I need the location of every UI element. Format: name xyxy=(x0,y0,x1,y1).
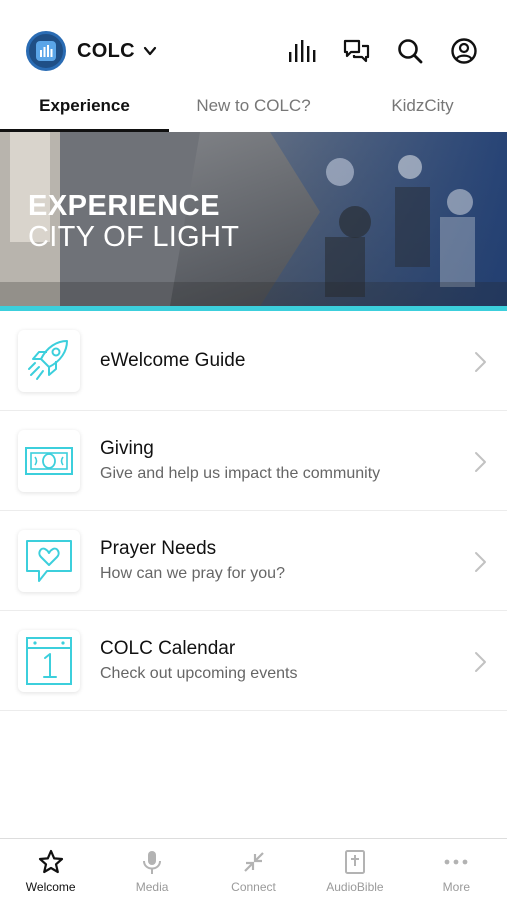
tab-experience[interactable]: Experience xyxy=(0,84,169,132)
tab-new-to-colc[interactable]: New to COLC? xyxy=(169,84,338,132)
chevron-right-icon xyxy=(475,652,486,672)
list-item-colc-calendar[interactable]: COLC Calendar Check out upcoming events xyxy=(0,611,507,711)
list-item-prayer-needs[interactable]: Prayer Needs How can we pray for you? xyxy=(0,511,507,611)
list-item-ewelcome-guide[interactable]: eWelcome Guide xyxy=(0,311,507,411)
bible-icon xyxy=(304,848,405,876)
tab-bar: Experience New to COLC? KidzCity xyxy=(0,84,507,132)
item-title: Giving xyxy=(100,438,154,459)
banner-title: EXPERIENCE xyxy=(28,190,220,222)
arrows-in-icon xyxy=(203,848,304,876)
nav-audiobible[interactable]: AudioBible xyxy=(304,839,405,900)
hero-banner[interactable]: EXPERIENCE CITY OF LIGHT xyxy=(0,132,507,306)
item-subtitle: Check out upcoming events xyxy=(100,665,298,682)
star-icon xyxy=(0,848,101,876)
nav-connect[interactable]: Connect xyxy=(203,839,304,900)
feature-list: eWelcome Guide Giving Give and help us i… xyxy=(0,311,507,711)
item-title: Prayer Needs xyxy=(100,538,217,559)
bottom-nav: Welcome Media Connect AudioBible More xyxy=(0,838,507,900)
banner-subtitle: CITY OF LIGHT xyxy=(28,221,240,253)
church-logo-icon xyxy=(26,31,66,71)
nav-label: Media xyxy=(135,880,169,894)
item-subtitle: Give and help us impact the community xyxy=(100,465,381,482)
audio-bars-icon[interactable] xyxy=(287,36,317,66)
item-title: eWelcome Guide xyxy=(100,349,246,371)
nav-label: More xyxy=(442,880,470,894)
app-header: COLC xyxy=(0,0,507,82)
more-icon xyxy=(406,848,507,876)
money-icon xyxy=(18,429,80,492)
banner-text: EXPERIENCE CITY OF LIGHT xyxy=(28,192,239,252)
calendar-icon xyxy=(18,629,80,692)
brand-name: COLC xyxy=(77,39,135,62)
chevron-right-icon xyxy=(475,452,486,472)
brand-switcher[interactable]: COLC xyxy=(26,31,157,71)
nav-welcome[interactable]: Welcome xyxy=(0,839,101,900)
nav-media[interactable]: Media xyxy=(101,839,202,900)
rocket-icon xyxy=(18,329,80,392)
nav-label: Connect xyxy=(231,880,276,894)
chevron-right-icon xyxy=(475,352,486,372)
item-title: COLC Calendar xyxy=(100,638,236,659)
profile-icon[interactable] xyxy=(449,36,479,66)
tab-kidzcity[interactable]: KidzCity xyxy=(338,84,507,132)
nav-label: AudioBible xyxy=(326,880,384,894)
microphone-icon xyxy=(101,848,202,876)
chevron-down-icon xyxy=(143,46,156,56)
search-icon[interactable] xyxy=(395,36,425,66)
nav-label: Welcome xyxy=(25,880,76,894)
chevron-right-icon xyxy=(475,552,486,572)
nav-more[interactable]: More xyxy=(406,839,507,900)
list-item-giving[interactable]: Giving Give and help us impact the commu… xyxy=(0,411,507,511)
item-subtitle: How can we pray for you? xyxy=(100,565,285,582)
heart-chat-icon xyxy=(18,529,80,592)
chat-icon[interactable] xyxy=(341,36,371,66)
